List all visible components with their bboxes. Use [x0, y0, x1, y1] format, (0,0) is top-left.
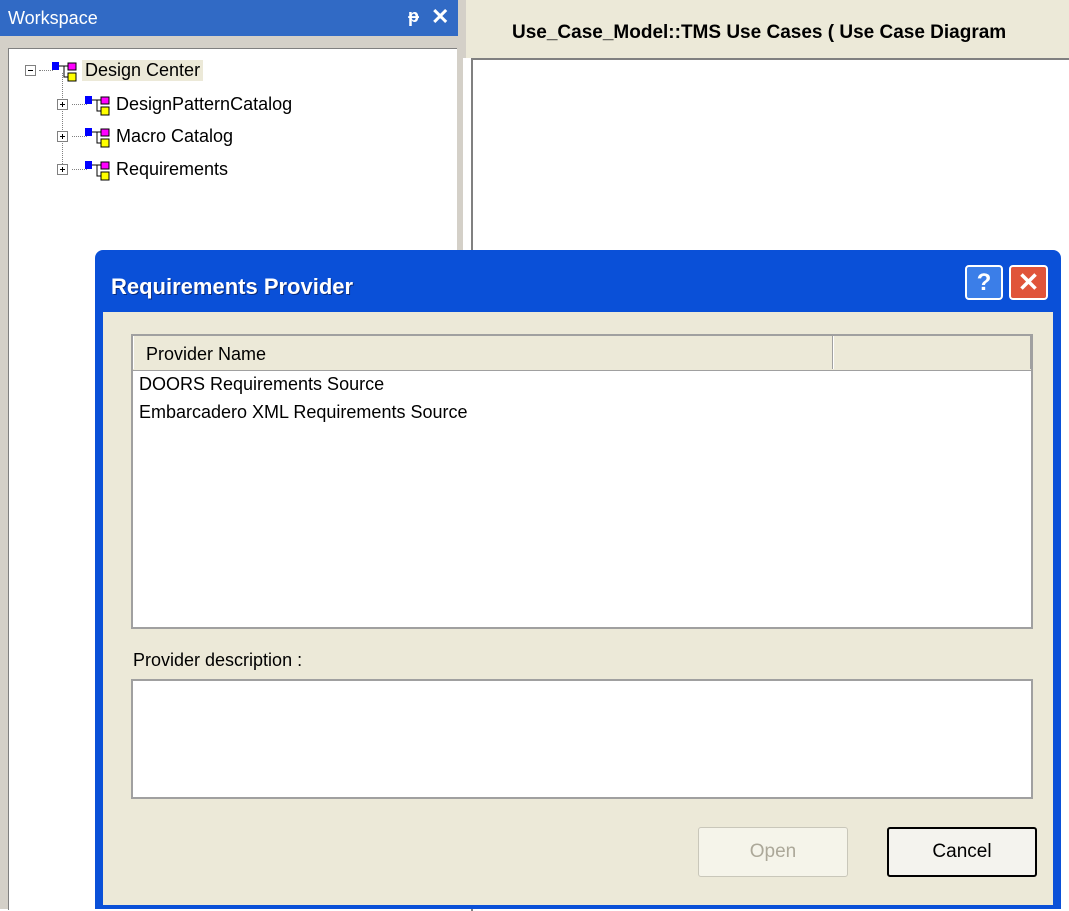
- package-icon: [85, 128, 110, 148]
- expand-icon[interactable]: [57, 164, 68, 175]
- package-icon: [85, 96, 110, 116]
- list-item-embarcadero-xml[interactable]: Embarcadero XML Requirements Source: [139, 402, 467, 423]
- tree-item-label: DesignPatternCatalog: [116, 94, 293, 114]
- tree-item-label: Macro Catalog: [116, 126, 234, 146]
- tree-item-label: Requirements: [116, 159, 229, 179]
- provider-description-label: Provider description :: [133, 650, 303, 670]
- dialog-body: Provider Name DOORS Requirements Source …: [103, 312, 1053, 905]
- workspace-titlebar: Workspace ᵽ ✕: [0, 0, 458, 36]
- expand-icon[interactable]: [57, 131, 68, 142]
- tree-connector: [62, 73, 63, 170]
- tree-item-design-center[interactable]: Design Center: [9, 59, 249, 85]
- list-header: Provider Name: [133, 336, 1031, 371]
- provider-list[interactable]: Provider Name DOORS Requirements Source …: [131, 334, 1033, 629]
- column-header-label: Provider Name: [146, 344, 267, 364]
- tree-item-label: Design Center: [82, 60, 204, 81]
- requirements-provider-dialog: Requirements Provider ? ✕ Provider Name …: [95, 250, 1061, 909]
- pin-icon[interactable]: ᵽ: [408, 6, 419, 27]
- list-item-doors[interactable]: DOORS Requirements Source: [139, 374, 384, 395]
- tree-item-macro-catalog[interactable]: Macro Catalog: [9, 125, 369, 151]
- package-icon: [52, 62, 77, 82]
- close-icon[interactable]: ✕: [1009, 265, 1048, 300]
- workspace-title: Workspace: [8, 8, 98, 28]
- cancel-button[interactable]: Cancel: [887, 827, 1037, 877]
- collapse-icon[interactable]: [25, 65, 36, 76]
- column-header-extra[interactable]: [833, 336, 1031, 369]
- provider-description-field[interactable]: [131, 679, 1033, 799]
- column-header-provider-name[interactable]: Provider Name: [133, 336, 833, 369]
- diagram-tab-title: Use_Case_Model::TMS Use Cases ( Use Case…: [512, 22, 1007, 43]
- close-icon[interactable]: ✕: [431, 4, 449, 30]
- package-icon: [85, 161, 110, 181]
- tree-item-design-pattern-catalog[interactable]: DesignPatternCatalog: [9, 93, 369, 119]
- help-icon[interactable]: ?: [965, 265, 1003, 300]
- open-button[interactable]: Open: [698, 827, 848, 877]
- dialog-title: Requirements Provider: [111, 274, 354, 299]
- diagram-tab[interactable]: Use_Case_Model::TMS Use Cases ( Use Case…: [463, 0, 1069, 58]
- tree-item-requirements[interactable]: Requirements: [9, 158, 369, 184]
- expand-icon[interactable]: [57, 99, 68, 110]
